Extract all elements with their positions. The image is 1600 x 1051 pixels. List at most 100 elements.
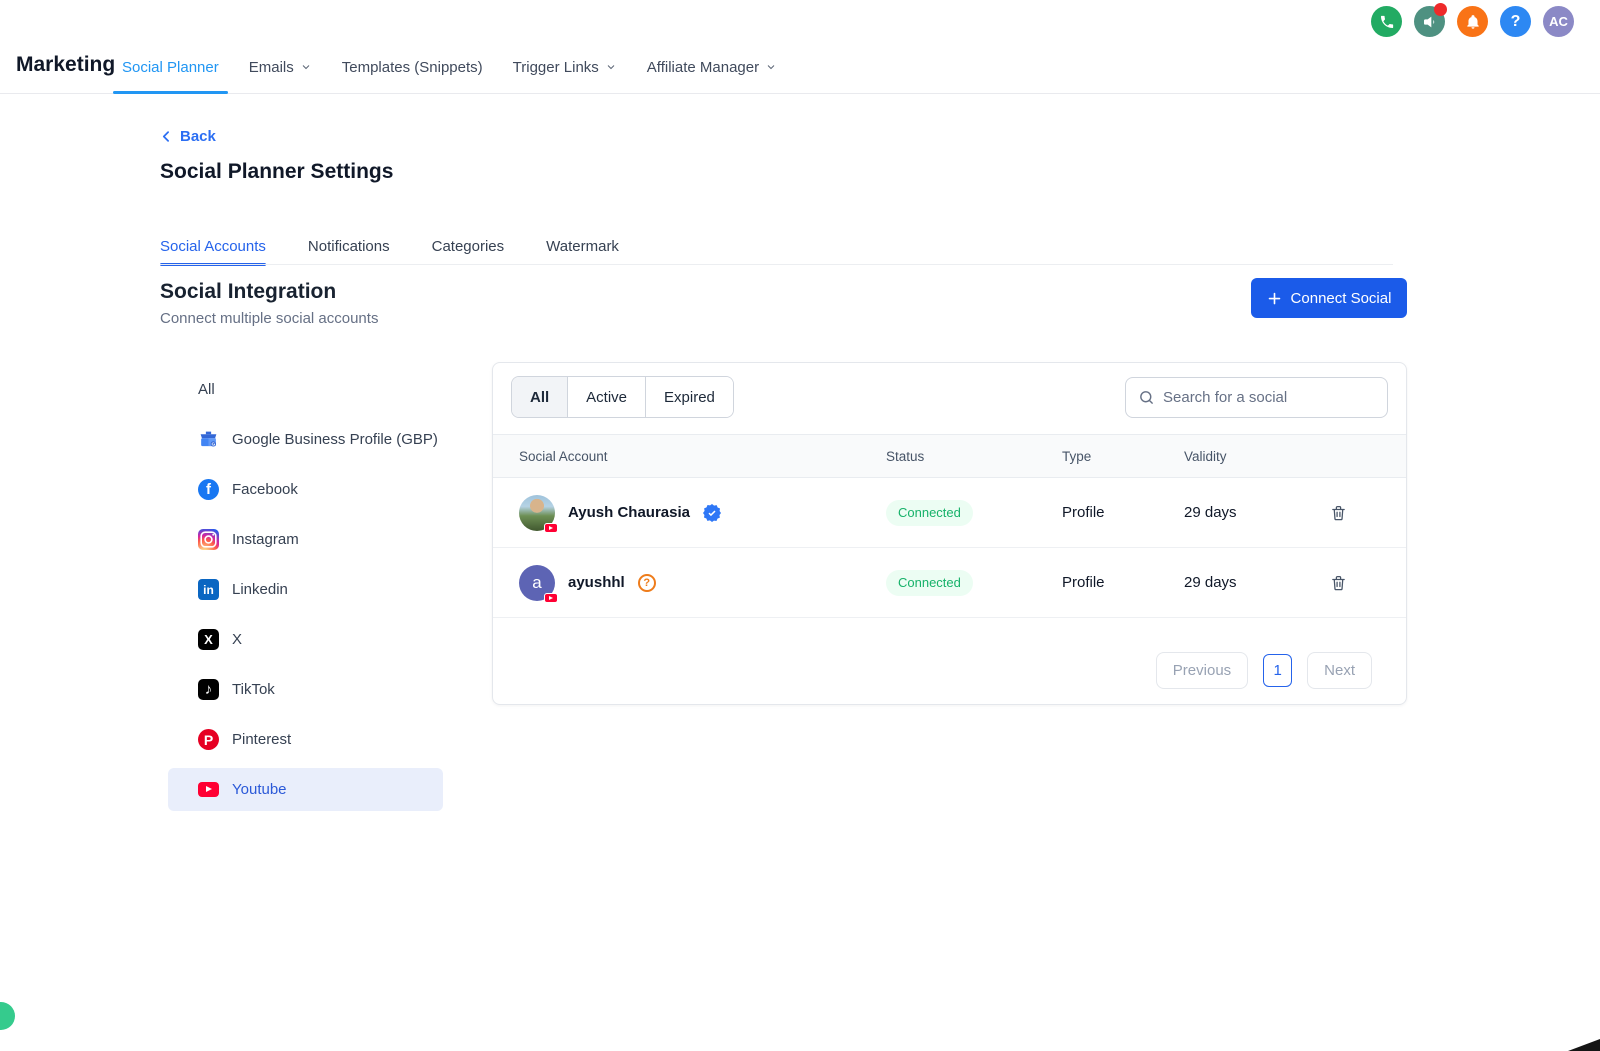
x-icon: X bbox=[198, 629, 219, 650]
search-icon bbox=[1138, 389, 1155, 406]
filter-expired-button[interactable]: Expired bbox=[645, 377, 733, 417]
help-badge-icon[interactable]: ? bbox=[638, 574, 656, 592]
validity-cell: 29 days bbox=[1184, 504, 1310, 521]
sidebar-item-tiktok[interactable]: ♪ TikTok bbox=[168, 668, 443, 711]
search-box bbox=[1125, 377, 1388, 418]
facebook-glyph: f bbox=[198, 479, 219, 500]
settings-tabs: Social Accounts Notifications Categories… bbox=[160, 228, 619, 264]
status-badge: Connected bbox=[886, 500, 973, 526]
account-avatar bbox=[519, 495, 555, 531]
page-number-button[interactable]: 1 bbox=[1263, 654, 1292, 687]
back-link[interactable]: Back bbox=[160, 128, 216, 145]
chat-widget-bubble[interactable] bbox=[0, 1002, 15, 1030]
accounts-panel: All Active Expired Social Account Status… bbox=[492, 362, 1407, 705]
plus-icon bbox=[1267, 291, 1282, 306]
tab-label: Social Accounts bbox=[160, 238, 266, 255]
table-row: a ayushhl ? Connected Profile 29 days bbox=[493, 548, 1406, 618]
bell-icon[interactable] bbox=[1457, 6, 1488, 37]
column-validity: Validity bbox=[1184, 449, 1310, 464]
notification-dot bbox=[1434, 3, 1447, 16]
tab-label: Notifications bbox=[308, 238, 390, 255]
app-section-title: Marketing bbox=[16, 53, 115, 77]
sidebar-item-all[interactable]: All bbox=[168, 368, 443, 411]
facebook-icon: f bbox=[198, 479, 219, 500]
nav-tab-label: Affiliate Manager bbox=[647, 59, 759, 76]
sidebar-item-label: Google Business Profile (GBP) bbox=[232, 431, 438, 448]
column-type: Type bbox=[1062, 449, 1184, 464]
nav-tab-templates[interactable]: Templates (Snippets) bbox=[342, 40, 483, 94]
tab-categories[interactable]: Categories bbox=[432, 228, 505, 264]
help-icon[interactable]: ? bbox=[1500, 6, 1531, 37]
filter-all-button[interactable]: All bbox=[512, 377, 567, 417]
sidebar-item-youtube[interactable]: Youtube bbox=[168, 768, 443, 811]
sidebar-item-pinterest[interactable]: P Pinterest bbox=[168, 718, 443, 761]
tab-watermark[interactable]: Watermark bbox=[546, 228, 619, 264]
search-input[interactable] bbox=[1163, 389, 1375, 406]
sidebar-item-x[interactable]: X X bbox=[168, 618, 443, 661]
validity-cell: 29 days bbox=[1184, 574, 1310, 591]
tiktok-glyph: ♪ bbox=[198, 679, 219, 700]
back-label: Back bbox=[180, 128, 216, 145]
sidebar-item-label: All bbox=[198, 381, 215, 398]
linkedin-icon: in bbox=[198, 579, 219, 600]
sidebar-item-label: Linkedin bbox=[232, 581, 288, 598]
column-social-account: Social Account bbox=[519, 449, 886, 464]
nav-tab-label: Social Planner bbox=[122, 59, 219, 76]
header-icon-group: ? AC bbox=[1371, 6, 1574, 37]
status-badge: Connected bbox=[886, 570, 973, 596]
tab-social-accounts[interactable]: Social Accounts bbox=[160, 228, 266, 264]
tab-notifications[interactable]: Notifications bbox=[308, 228, 390, 264]
chevron-down-icon bbox=[605, 61, 617, 73]
nav-tab-label: Templates (Snippets) bbox=[342, 59, 483, 76]
next-page-button[interactable]: Next bbox=[1307, 652, 1372, 689]
account-name: Ayush Chaurasia bbox=[568, 504, 690, 521]
avatar-initials: AC bbox=[1549, 14, 1568, 29]
sidebar-item-google-business-profile[interactable]: G Google Business Profile (GBP) bbox=[168, 418, 443, 461]
sidebar-item-facebook[interactable]: f Facebook bbox=[168, 468, 443, 511]
pagination: Previous 1 Next bbox=[1156, 652, 1372, 689]
type-cell: Profile bbox=[1062, 574, 1184, 591]
section-title: Social Integration bbox=[160, 280, 336, 304]
sidebar-item-label: Facebook bbox=[232, 481, 298, 498]
sidebar-item-linkedin[interactable]: in Linkedin bbox=[168, 568, 443, 611]
sidebar-item-label: Instagram bbox=[232, 531, 299, 548]
tiktok-icon: ♪ bbox=[198, 679, 219, 700]
chevron-left-icon bbox=[160, 130, 173, 143]
user-avatar[interactable]: AC bbox=[1543, 6, 1574, 37]
sidebar-item-label: X bbox=[232, 631, 242, 648]
pinterest-icon: P bbox=[198, 729, 219, 750]
youtube-badge-icon bbox=[544, 523, 558, 533]
type-cell: Profile bbox=[1062, 504, 1184, 521]
account-name: ayushhl bbox=[568, 574, 625, 591]
status-filter-group: All Active Expired bbox=[511, 376, 734, 418]
verified-badge-icon bbox=[703, 504, 721, 522]
platform-sidebar: All G Google Business Profile (GBP) f Fa… bbox=[168, 368, 443, 818]
table-header: Social Account Status Type Validity bbox=[493, 434, 1406, 478]
account-cell: Ayush Chaurasia bbox=[519, 495, 886, 531]
previous-page-button[interactable]: Previous bbox=[1156, 652, 1248, 689]
svg-text:G: G bbox=[211, 442, 215, 448]
pinterest-glyph: P bbox=[198, 729, 219, 750]
page-title: Social Planner Settings bbox=[160, 160, 393, 184]
account-avatar: a bbox=[519, 565, 555, 601]
sidebar-item-instagram[interactable]: Instagram bbox=[168, 518, 443, 561]
x-glyph: X bbox=[198, 629, 219, 650]
delete-account-button[interactable] bbox=[1330, 504, 1347, 522]
nav-tab-affiliate-manager[interactable]: Affiliate Manager bbox=[647, 40, 777, 94]
phone-glyph bbox=[1379, 14, 1395, 30]
nav-tab-trigger-links[interactable]: Trigger Links bbox=[513, 40, 617, 94]
help-glyph: ? bbox=[1511, 13, 1521, 31]
chevron-down-icon bbox=[765, 61, 777, 73]
nav-tab-emails[interactable]: Emails bbox=[249, 40, 312, 94]
filter-active-button[interactable]: Active bbox=[567, 377, 645, 417]
avatar-letter: a bbox=[532, 573, 541, 593]
connect-social-button[interactable]: Connect Social bbox=[1251, 278, 1407, 318]
nav-tab-social-planner[interactable]: Social Planner bbox=[122, 40, 219, 94]
bell-glyph bbox=[1465, 14, 1481, 30]
phone-icon[interactable] bbox=[1371, 6, 1402, 37]
delete-account-button[interactable] bbox=[1330, 574, 1347, 592]
connect-social-label: Connect Social bbox=[1291, 290, 1392, 307]
megaphone-icon[interactable] bbox=[1414, 6, 1445, 37]
nav-tab-label: Trigger Links bbox=[513, 59, 599, 76]
youtube-badge-icon bbox=[544, 593, 558, 603]
